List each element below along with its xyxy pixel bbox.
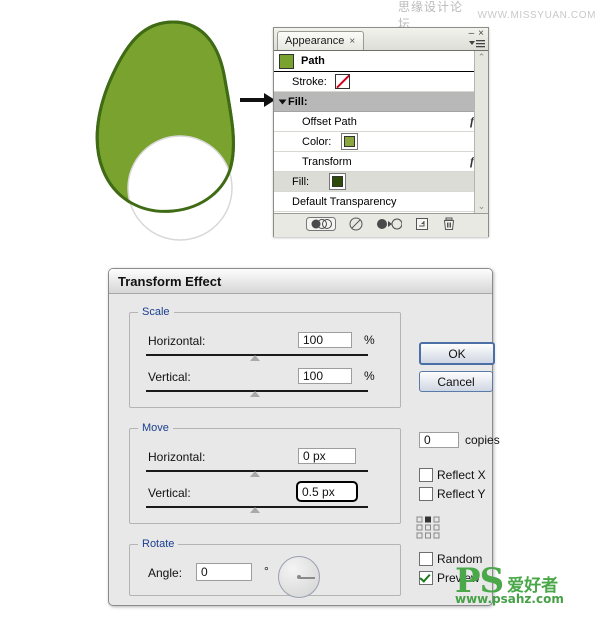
watermark-url-text: WWW.MISSYUAN.COM bbox=[477, 9, 596, 21]
tab-appearance-label: Appearance bbox=[285, 35, 345, 47]
duplicate-item-icon[interactable] bbox=[415, 217, 429, 234]
appearance-row-stroke[interactable]: Stroke: bbox=[274, 72, 488, 92]
rotate-angle-label: Angle: bbox=[148, 566, 183, 580]
reflect-y-checkbox[interactable]: Reflect Y bbox=[419, 487, 485, 501]
appearance-row-fill-group[interactable]: Fill: bbox=[274, 92, 488, 112]
appearance-row-label: Color: bbox=[302, 135, 332, 148]
appearance-row-label: Offset Path bbox=[302, 115, 357, 128]
fill-color-swatch[interactable] bbox=[341, 133, 359, 150]
cancel-button[interactable]: Cancel bbox=[419, 371, 493, 392]
checkbox-icon[interactable] bbox=[419, 552, 433, 566]
panel-scrollbar[interactable]: ⌃ ⌄ bbox=[474, 51, 488, 213]
avocado-shape-preview bbox=[85, 18, 275, 243]
appearance-row-label: Default Transparency bbox=[292, 195, 397, 208]
move-legend: Move bbox=[142, 422, 169, 434]
scale-legend: Scale bbox=[142, 306, 170, 318]
chevron-down-icon[interactable] bbox=[278, 99, 287, 104]
move-vertical-input[interactable] bbox=[296, 481, 358, 502]
move-horizontal-input[interactable] bbox=[298, 448, 356, 464]
psahz-logo: PS 爱好者 www.psahz.com bbox=[455, 564, 595, 614]
site-watermark: 思缘设计论坛 WWW.MISSYUAN.COM bbox=[398, 0, 596, 31]
transform-effect-dialog[interactable]: Transform Effect Scale Horizontal: % Ver… bbox=[108, 268, 500, 606]
stroke-none-swatch[interactable] bbox=[334, 74, 350, 89]
rotate-angle-input[interactable] bbox=[196, 563, 252, 581]
delete-item-icon[interactable] bbox=[442, 217, 456, 234]
appearance-row-path[interactable]: Path bbox=[274, 51, 488, 72]
copies-label: copies bbox=[465, 433, 500, 447]
scale-horizontal-label: Horizontal: bbox=[148, 334, 206, 348]
checkbox-icon[interactable] bbox=[419, 487, 433, 501]
tab-appearance[interactable]: Appearance × bbox=[277, 31, 365, 50]
appearance-row-transform[interactable]: Transform fx bbox=[274, 152, 488, 172]
new-art-basic-appearance-icon[interactable] bbox=[306, 217, 336, 234]
reflect-y-label: Reflect Y bbox=[437, 487, 486, 501]
move-vertical-slider[interactable] bbox=[146, 506, 368, 513]
appearance-row-label: Transform bbox=[302, 155, 352, 168]
ok-button[interactable]: OK bbox=[419, 342, 495, 365]
transform-anchor-grid[interactable] bbox=[416, 516, 440, 539]
fill2-color-swatch[interactable] bbox=[329, 173, 347, 190]
scale-vertical-unit: % bbox=[364, 369, 375, 383]
move-horizontal-label: Horizontal: bbox=[148, 450, 206, 464]
minimize-icon[interactable]: – bbox=[469, 29, 475, 39]
appearance-row-label: Stroke: bbox=[292, 75, 327, 88]
copies-input[interactable] bbox=[419, 432, 459, 448]
move-vertical-label: Vertical: bbox=[148, 486, 191, 500]
clear-appearance-icon[interactable] bbox=[349, 217, 363, 234]
logo-url-text: www.psahz.com bbox=[455, 592, 564, 606]
appearance-panel[interactable]: Appearance × – × Path Stroke: Fill: Offs… bbox=[273, 27, 489, 237]
scale-vertical-input[interactable] bbox=[298, 368, 352, 384]
appearance-row-offset-path[interactable]: Offset Path fx bbox=[274, 112, 488, 132]
scale-horizontal-input[interactable] bbox=[298, 332, 352, 348]
scroll-up-icon[interactable]: ⌃ bbox=[477, 53, 486, 62]
appearance-row-label: Fill: bbox=[288, 95, 308, 108]
reflect-x-checkbox[interactable]: Reflect X bbox=[419, 468, 486, 482]
move-horizontal-slider[interactable] bbox=[146, 470, 368, 477]
rotate-angle-unit: ° bbox=[264, 564, 269, 578]
rotate-group: Rotate Angle: ° bbox=[129, 538, 401, 598]
scroll-down-icon[interactable]: ⌄ bbox=[477, 202, 486, 211]
reflect-x-label: Reflect X bbox=[437, 468, 486, 482]
move-group: Move Horizontal: Vertical: bbox=[129, 422, 401, 524]
scale-vertical-label: Vertical: bbox=[148, 370, 191, 384]
appearance-item-list[interactable]: Path Stroke: Fill: Offset Path fx Color:… bbox=[274, 50, 488, 213]
appearance-row-color[interactable]: Color: bbox=[274, 132, 488, 152]
reduce-to-basic-appearance-icon[interactable] bbox=[376, 217, 403, 234]
close-icon[interactable]: × bbox=[478, 29, 484, 39]
scale-group: Scale Horizontal: % Vertical: % bbox=[129, 306, 401, 408]
rotate-legend: Rotate bbox=[142, 538, 175, 550]
panel-titlebar: Appearance × – × bbox=[274, 28, 488, 50]
checkbox-icon[interactable] bbox=[419, 468, 433, 482]
scale-horizontal-slider[interactable] bbox=[146, 354, 368, 361]
appearance-row-label: Path bbox=[301, 55, 325, 67]
close-icon[interactable]: × bbox=[349, 36, 355, 47]
checkbox-checked-icon[interactable] bbox=[419, 571, 433, 585]
white-circle-overlay bbox=[127, 135, 233, 241]
panel-menu-icon[interactable] bbox=[469, 39, 485, 49]
appearance-panel-toolbar[interactable] bbox=[274, 213, 488, 237]
appearance-row-fill-2[interactable]: Fill: bbox=[274, 172, 488, 192]
rotate-angle-dial[interactable] bbox=[278, 556, 320, 598]
scale-horizontal-unit: % bbox=[364, 333, 375, 347]
appearance-row-default-transparency[interactable]: Default Transparency bbox=[274, 192, 488, 212]
path-color-swatch[interactable] bbox=[279, 53, 294, 69]
dialog-title: Transform Effect bbox=[109, 269, 492, 294]
panel-window-buttons[interactable]: – × bbox=[469, 29, 484, 39]
dialog-body: Scale Horizontal: % Vertical: % Move Hor… bbox=[109, 294, 500, 604]
arrow-icon bbox=[240, 90, 276, 110]
scale-vertical-slider[interactable] bbox=[146, 390, 368, 397]
appearance-row-label: Fill: bbox=[292, 175, 310, 188]
